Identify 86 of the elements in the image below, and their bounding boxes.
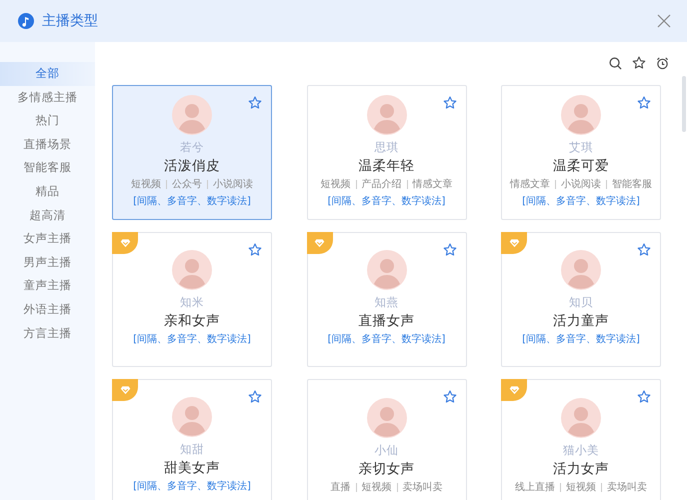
voice-name: 知燕 — [374, 294, 398, 311]
feature-link[interactable]: [间隔、多音字、数字读法] — [133, 478, 251, 496]
voice-style: 甜美女声 — [164, 459, 220, 478]
usage-tag: 小说阅读 — [561, 176, 601, 192]
voice-card[interactable]: 若兮 活泼俏皮 短视频 公众号 小说阅读 [间隔、多音字、数字读法] — [112, 85, 272, 220]
feature-link[interactable]: [间隔、多音字、数字读法] — [133, 331, 251, 349]
usage-tag: 产品介绍 — [362, 176, 402, 192]
avatar-icon — [172, 250, 212, 290]
usage-tag: 情感文章 — [412, 176, 452, 192]
voice-style: 直播女声 — [358, 312, 414, 331]
scrollbar[interactable] — [682, 76, 686, 132]
star-icon[interactable] — [632, 56, 646, 70]
voice-card[interactable]: 思琪 温柔年轻 短视频 产品介绍 情感文章 [间隔、多音字、数字读法] — [306, 85, 466, 220]
feature-link[interactable]: [间隔、多音字、数字读法] — [133, 192, 251, 210]
voice-card[interactable]: 知甜 甜美女声 [间隔、多音字、数字读法] — [112, 379, 272, 500]
usage-tag: 短视频 — [566, 478, 596, 496]
voice-name: 艾琪 — [569, 138, 593, 156]
sidebar-item[interactable]: 外语主播 — [0, 298, 95, 322]
voice-card[interactable]: 艾琪 温柔可爱 情感文章 小说阅读 智能客服 [间隔、多音字、数字读法] — [501, 85, 661, 220]
voice-name: 若兮 — [180, 138, 204, 156]
avatar-icon — [561, 398, 601, 438]
usage-tag: 直播 — [330, 478, 350, 496]
voice-name: 猫小美 — [563, 442, 599, 458]
usage-tag: 智能客服 — [612, 176, 652, 192]
sidebar-item[interactable]: 方言主播 — [0, 322, 95, 346]
voice-card[interactable]: 知贝 活力童声 [间隔、多音字、数字读法] — [501, 232, 661, 367]
sidebar-item[interactable]: 全部 — [0, 62, 95, 86]
voice-name: 思琪 — [374, 138, 398, 156]
music-note-icon — [18, 13, 34, 29]
star-icon[interactable] — [248, 243, 262, 257]
alarm-clock-icon[interactable] — [656, 56, 669, 70]
voice-name: 知米 — [180, 294, 204, 311]
sidebar-item[interactable]: 热门 — [0, 109, 95, 133]
usage-tag: 线上直播 — [515, 478, 555, 496]
star-icon[interactable] — [637, 243, 651, 257]
voice-style: 活力童声 — [553, 312, 609, 331]
close-icon[interactable] — [657, 14, 671, 28]
star-icon[interactable] — [248, 390, 262, 404]
usage-tag: 小说阅读 — [213, 176, 253, 192]
star-icon[interactable] — [637, 96, 651, 110]
voice-style: 亲和女声 — [164, 312, 220, 331]
voice-card[interactable]: 知米 亲和女声 [间隔、多音字、数字读法] — [112, 232, 272, 367]
window-title: 主播类型 — [42, 12, 99, 30]
voice-card[interactable]: 小仙 亲切女声 直播 短视频 卖场叫卖 — [306, 379, 466, 500]
usage-tag: 情感文章 — [510, 176, 550, 192]
feature-link[interactable]: [间隔、多音字、数字读法] — [328, 331, 446, 349]
sidebar-item[interactable]: 精品 — [0, 180, 95, 204]
voice-style: 温柔年轻 — [358, 156, 414, 176]
sidebar-item[interactable]: 童声主播 — [0, 274, 95, 298]
feature-link[interactable]: [间隔、多音字、数字读法] — [522, 192, 640, 210]
star-icon[interactable] — [248, 96, 262, 110]
sidebar-item[interactable]: 多情感主播 — [0, 86, 95, 110]
sidebar-item[interactable]: 女声主播 — [0, 227, 95, 251]
usage-tag: 卖场叫卖 — [402, 478, 442, 496]
star-icon[interactable] — [442, 390, 456, 404]
usage-tag: 公众号 — [172, 176, 202, 192]
avatar-icon — [366, 398, 406, 438]
star-icon[interactable] — [637, 390, 651, 404]
avatar-icon — [561, 250, 601, 290]
voice-style: 活泼俏皮 — [164, 156, 220, 176]
voice-card[interactable]: 知燕 直播女声 [间隔、多音字、数字读法] — [306, 232, 466, 367]
voice-style: 温柔可爱 — [553, 156, 609, 176]
voice-name: 小仙 — [374, 442, 398, 458]
avatar-icon — [172, 397, 212, 437]
search-icon[interactable] — [609, 56, 622, 70]
usage-tag: 短视频 — [131, 176, 161, 192]
sidebar-item[interactable]: 超高清 — [0, 204, 95, 228]
voice-name: 知甜 — [180, 441, 204, 458]
avatar-icon — [172, 94, 212, 134]
feature-link[interactable]: [间隔、多音字、数字读法] — [328, 192, 446, 210]
star-icon[interactable] — [442, 243, 456, 257]
avatar-icon — [366, 94, 406, 134]
voice-style: 亲切女声 — [358, 460, 414, 478]
voice-style: 活力女声 — [553, 460, 609, 478]
sidebar-item[interactable]: 男声主播 — [0, 250, 95, 274]
usage-tag: 短视频 — [362, 478, 392, 496]
star-icon[interactable] — [442, 96, 456, 110]
sidebar-item[interactable]: 直播场景 — [0, 132, 95, 156]
avatar-icon — [366, 250, 406, 290]
avatar-icon — [561, 94, 601, 134]
usage-tag: 卖场叫卖 — [607, 478, 647, 496]
usage-tag: 短视频 — [320, 176, 350, 192]
voice-card[interactable]: 猫小美 活力女声 线上直播 短视频 卖场叫卖 — [501, 379, 661, 500]
feature-link[interactable]: [间隔、多音字、数字读法] — [522, 331, 640, 349]
voice-name: 知贝 — [569, 294, 593, 311]
sidebar-item[interactable]: 智能客服 — [0, 156, 95, 180]
